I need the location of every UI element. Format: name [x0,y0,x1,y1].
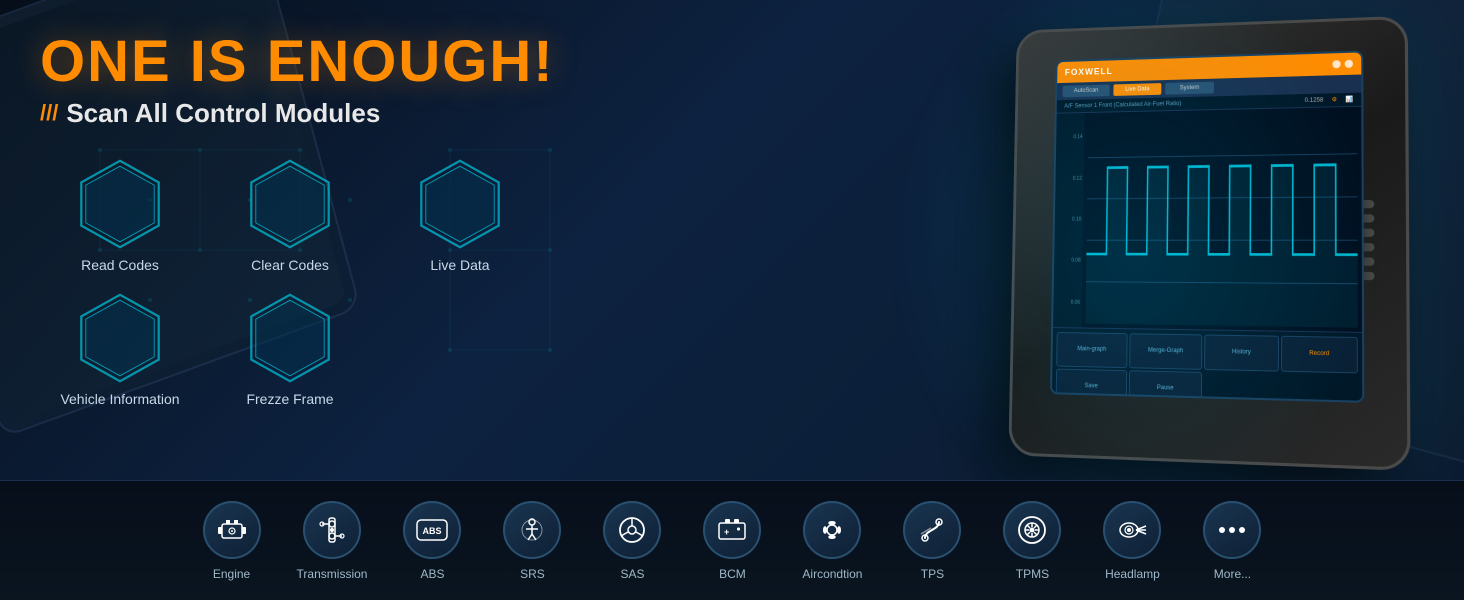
feature-read-codes[interactable]: Read Codes [40,159,200,273]
subheadline: /// Scan All Control Modules [40,98,912,129]
engine-icon [203,501,261,559]
feature-clear-codes[interactable]: Clear Codes [210,159,370,273]
headlamp-label: Headlamp [1105,567,1160,581]
btn-merge-graph[interactable]: Merge-Graph [1129,333,1202,369]
chevron-marks: /// [40,100,58,126]
feature-live-data[interactable]: Live Data [380,159,540,273]
bcm-label: BCM [719,567,746,581]
device-body: FOXWELL AutoScan Live Data System A/F Se… [1008,16,1410,471]
freeze-frame-label: Frezze Frame [246,391,333,407]
tps-label: TPS [921,567,944,581]
vehicle-info-label: Vehicle Information [60,391,179,407]
ac-icon [803,501,861,559]
tab-livedata[interactable]: Live Data [1113,83,1161,96]
feature-freeze-frame[interactable]: Frezze Frame [210,293,370,407]
vehicle-info-hex [75,293,165,383]
screen-controls: Main-graph Merge-Graph History Record Sa… [1052,327,1363,403]
clear-codes-label: Clear Codes [251,257,329,273]
module-transmission[interactable]: Transmission [297,501,368,581]
device-area: FOXWELL AutoScan Live Data System A/F Se… [914,0,1464,480]
btn-pause[interactable]: Pause [1129,370,1202,403]
transmission-label: Transmission [297,567,368,581]
module-engine[interactable]: Engine [197,501,267,581]
freeze-frame-hex [245,293,335,383]
features-grid: Read Codes [40,159,912,407]
feature-vehicle-information[interactable]: Vehicle Information [40,293,200,407]
btn-record[interactable]: Record [1281,336,1358,373]
read-codes-hex [75,159,165,249]
module-srs[interactable]: SRS [497,501,567,581]
headlamp-icon [1103,501,1161,559]
module-abs[interactable]: ABS ABS [397,501,467,581]
btn-save[interactable]: Save [1056,368,1128,403]
tpms-label: TPMS [1016,567,1049,581]
tab-system[interactable]: System [1165,82,1214,95]
subtitle-text: Scan All Control Modules [66,98,380,129]
module-sas[interactable]: SAS [597,501,667,581]
live-data-label: Live Data [430,257,489,273]
svg-text:ABS: ABS [423,526,442,536]
y-axis: 0.14 0.12 0.10 0.08 0.06 [1053,113,1085,327]
sas-icon [603,501,661,559]
more-icon [1203,501,1261,559]
abs-label: ABS [420,567,444,581]
module-more[interactable]: More... [1197,501,1267,581]
srs-icon [503,501,561,559]
device-screen: FOXWELL AutoScan Live Data System A/F Se… [1050,50,1364,403]
bottom-module-bar: Engine Transmission [0,480,1464,600]
module-tpms[interactable]: TPMS [997,501,1067,581]
tab-autoscan[interactable]: AutoScan [1063,85,1110,98]
main-container: ONE IS ENOUGH! /// Scan All Control Modu… [0,0,1464,600]
bcm-icon: + [703,501,761,559]
screen-graph: 0.14 0.12 0.10 0.08 0.06 [1053,107,1362,332]
clear-codes-hex [245,159,335,249]
ac-label: Aircondtion [802,567,862,581]
live-data-hex [415,159,505,249]
module-tps[interactable]: TPS [897,501,967,581]
svg-text:+: + [724,527,729,537]
module-headlamp[interactable]: Headlamp [1097,501,1167,581]
module-bcm[interactable]: + BCM [697,501,767,581]
transmission-icon [303,501,361,559]
main-headline: ONE IS ENOUGH! [40,30,912,94]
btn-history[interactable]: History [1204,334,1279,371]
module-aircondtion[interactable]: Aircondtion [797,501,867,581]
sas-label: SAS [620,567,644,581]
srs-label: SRS [520,567,545,581]
graph-area [1082,107,1362,332]
more-label: More... [1214,567,1251,581]
engine-label: Engine [213,567,250,581]
tps-icon [903,501,961,559]
btn-main-graph[interactable]: Main-graph [1056,332,1127,368]
tpms-icon [1003,501,1061,559]
read-codes-label: Read Codes [81,257,159,273]
abs-icon: ABS [403,501,461,559]
device-brand-logo: FOXWELL [1065,66,1113,77]
